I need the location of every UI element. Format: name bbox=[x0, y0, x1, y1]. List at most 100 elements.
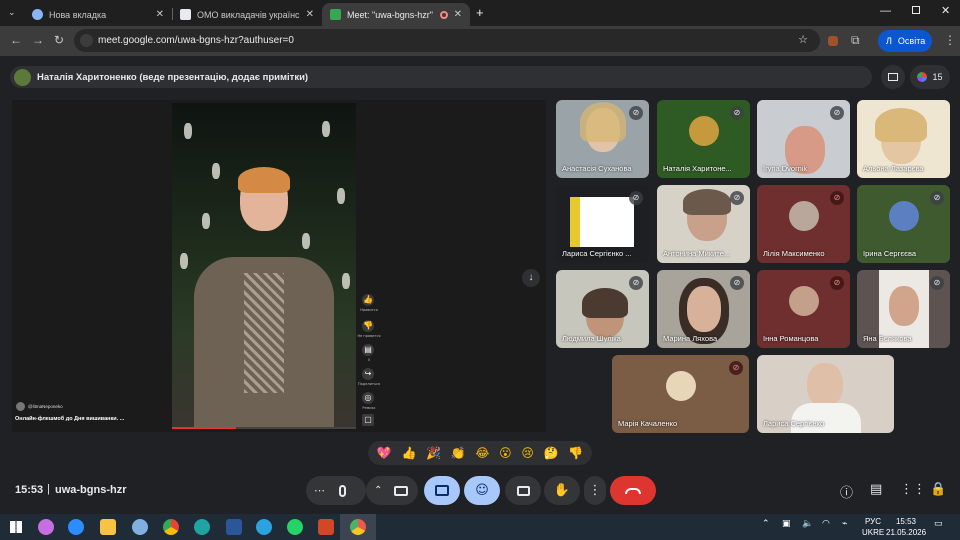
word-icon[interactable] bbox=[226, 519, 242, 535]
reaction-sad[interactable]: 😢 bbox=[521, 446, 534, 460]
tab-omo[interactable]: ОМО викладачів української ✕ bbox=[172, 3, 322, 26]
avatar bbox=[788, 201, 819, 232]
participant-tile[interactable]: ⊘ Людмила Шулiка bbox=[556, 270, 649, 348]
new-tab-button[interactable]: + bbox=[476, 5, 484, 20]
participant-tile[interactable]: Лариса Сергієнко bbox=[757, 355, 894, 433]
participant-name: Інна Романцова bbox=[763, 334, 819, 343]
emoji-button[interactable]: ☺ bbox=[464, 476, 500, 505]
present-icon bbox=[435, 485, 449, 496]
windows-start-icon[interactable] bbox=[10, 521, 22, 533]
comment-icon: ▤ bbox=[362, 344, 374, 356]
tray-app-icon[interactable]: ▣ bbox=[782, 519, 791, 529]
tray-chevron-icon[interactable]: ⌃ bbox=[762, 519, 770, 529]
presenter-banner-text: Наталія Харитоненко (веде презентацію, д… bbox=[37, 71, 309, 83]
activities-icon[interactable]: ⋮⋮ bbox=[900, 482, 926, 497]
close-window-button[interactable]: ✕ bbox=[941, 4, 950, 17]
bookmark-star-icon[interactable]: ☆ bbox=[798, 33, 808, 46]
app-icon[interactable] bbox=[38, 519, 54, 535]
close-tab-icon[interactable]: ✕ bbox=[306, 9, 314, 20]
forward-icon[interactable]: → bbox=[32, 33, 44, 47]
participant-name: Анастасія Суханова bbox=[562, 164, 632, 173]
more-options-button[interactable]: ⋮ bbox=[584, 476, 606, 505]
edge-icon[interactable] bbox=[194, 519, 210, 535]
reaction-thinking[interactable]: 🤔 bbox=[544, 446, 559, 460]
participant-tile[interactable]: ⊘ Лілія Максименко bbox=[757, 185, 850, 263]
file-explorer-icon[interactable] bbox=[100, 519, 116, 535]
participant-name: Лариса Сергієнко ... bbox=[562, 249, 632, 258]
chrome-icon[interactable] bbox=[163, 519, 179, 535]
menu-kebab-icon[interactable]: ⋮ bbox=[944, 33, 956, 47]
reaction-clap[interactable]: 👏 bbox=[451, 446, 466, 460]
powerpoint-icon[interactable] bbox=[318, 519, 334, 535]
reaction-thumbs-down[interactable]: 👎 bbox=[568, 446, 583, 460]
reaction-party[interactable]: 🎉 bbox=[426, 446, 441, 460]
wifi-icon[interactable]: ◠ bbox=[822, 519, 830, 529]
participant-tile[interactable]: ⊘ Марина Ляхова bbox=[657, 270, 750, 348]
info-icon[interactable]: ⓘ bbox=[840, 482, 853, 501]
zoom-icon[interactable] bbox=[68, 519, 84, 535]
whatsapp-icon[interactable] bbox=[287, 519, 303, 535]
close-tab-icon[interactable]: ✕ bbox=[156, 9, 164, 20]
language-indicator[interactable]: РУС UKRE bbox=[862, 516, 884, 538]
maximize-button[interactable] bbox=[912, 6, 920, 14]
participant-tile[interactable]: ⊘ Антонина Микитe... bbox=[657, 185, 750, 263]
avatar bbox=[14, 68, 31, 86]
participant-name: Наталія Харитоне... bbox=[663, 164, 732, 173]
reaction-thumbs-up[interactable]: 👍 bbox=[401, 446, 416, 460]
app-icon[interactable] bbox=[132, 519, 148, 535]
like-icon: 👍 bbox=[362, 294, 374, 306]
end-call-button[interactable] bbox=[610, 476, 656, 505]
url-text: meet.google.com/uwa-bgns-hzr?authuser=0 bbox=[98, 35, 294, 46]
tab-search-icon[interactable]: ⌄ bbox=[8, 7, 16, 18]
share-label: Поделиться bbox=[358, 382, 380, 386]
participant-tile[interactable]: Альона Лазарєва bbox=[857, 100, 950, 178]
jump-to-bottom-button[interactable]: ↓ bbox=[522, 269, 540, 287]
captions-button[interactable] bbox=[505, 476, 541, 505]
telegram-icon[interactable] bbox=[256, 519, 272, 535]
camera-button[interactable]: ⌃ bbox=[366, 476, 418, 505]
network-icon[interactable]: ⌁ bbox=[842, 519, 847, 529]
participant-name: Людмила Шулiка bbox=[562, 334, 621, 343]
participant-tile[interactable]: ⊘ Ірина Сергєєва bbox=[857, 185, 950, 263]
more-audio-button[interactable]: ⋯ bbox=[306, 476, 366, 505]
participant-tile[interactable]: ⊘ Iryna Dvornik bbox=[757, 100, 850, 178]
extensions-puzzle-icon[interactable]: ⧉ bbox=[851, 33, 860, 48]
notifications-icon[interactable]: ▭ bbox=[934, 519, 943, 529]
close-tab-icon[interactable]: ✕ bbox=[454, 9, 462, 20]
present-button[interactable] bbox=[424, 476, 460, 505]
sound-icon: ▢ bbox=[362, 414, 374, 426]
participant-tile[interactable]: ⊘ Лариса Сергієнко ... bbox=[556, 185, 649, 263]
participant-name: Марина Ляхова bbox=[663, 334, 718, 343]
remix-label: Ремикс bbox=[362, 406, 376, 410]
host-controls-icon[interactable]: 🔒 bbox=[930, 482, 946, 497]
lang-top: РУС bbox=[864, 517, 882, 526]
camera-icon bbox=[394, 485, 409, 496]
mic-off-icon: ⊘ bbox=[830, 276, 844, 290]
address-bar[interactable]: meet.google.com/uwa-bgns-hzr?authuser=0 … bbox=[74, 29, 820, 52]
mic-off-icon: ⊘ bbox=[830, 106, 844, 120]
tab-new-tab[interactable]: Нова вкладка ✕ bbox=[24, 3, 172, 26]
tab-meet[interactable]: Meet: "uwa-bgns-hzr" ✕ bbox=[322, 3, 470, 26]
participants-button[interactable]: 15 bbox=[910, 65, 950, 89]
participant-tile[interactable]: ⊘ Яна Бєлякова bbox=[857, 270, 950, 348]
raise-hand-button[interactable]: ✋ bbox=[544, 476, 580, 505]
site-info-icon[interactable] bbox=[80, 34, 93, 47]
profile-button[interactable]: Л Освіта bbox=[878, 30, 932, 52]
reaction-heart[interactable]: 💖 bbox=[377, 446, 392, 460]
back-icon[interactable]: ← bbox=[10, 33, 22, 47]
meeting-code: uwa-bgns-hzr bbox=[55, 484, 127, 496]
reload-icon[interactable]: ↻ bbox=[54, 33, 64, 47]
participant-tile[interactable]: ⊘ Анастасія Суханова bbox=[556, 100, 649, 178]
participant-tile[interactable]: ⊘ Марія Качаленко bbox=[612, 355, 749, 433]
hand-icon: ✋ bbox=[553, 483, 571, 498]
system-clock[interactable]: 15:53 21.05.2026 bbox=[886, 516, 926, 538]
minimize-button[interactable]: — bbox=[880, 5, 891, 17]
reaction-laugh[interactable]: 😂 bbox=[475, 446, 489, 460]
chat-icon[interactable]: ▤ bbox=[870, 482, 882, 497]
hide-self-view-button[interactable] bbox=[881, 65, 905, 89]
extension-icon[interactable] bbox=[828, 36, 838, 46]
volume-icon[interactable]: 🔈 bbox=[802, 519, 813, 529]
reaction-surprised[interactable]: 😮 bbox=[499, 446, 512, 460]
participant-tile[interactable]: ⊘ Інна Романцова bbox=[757, 270, 850, 348]
participant-tile[interactable]: ⊘ Наталія Харитоне... bbox=[657, 100, 750, 178]
